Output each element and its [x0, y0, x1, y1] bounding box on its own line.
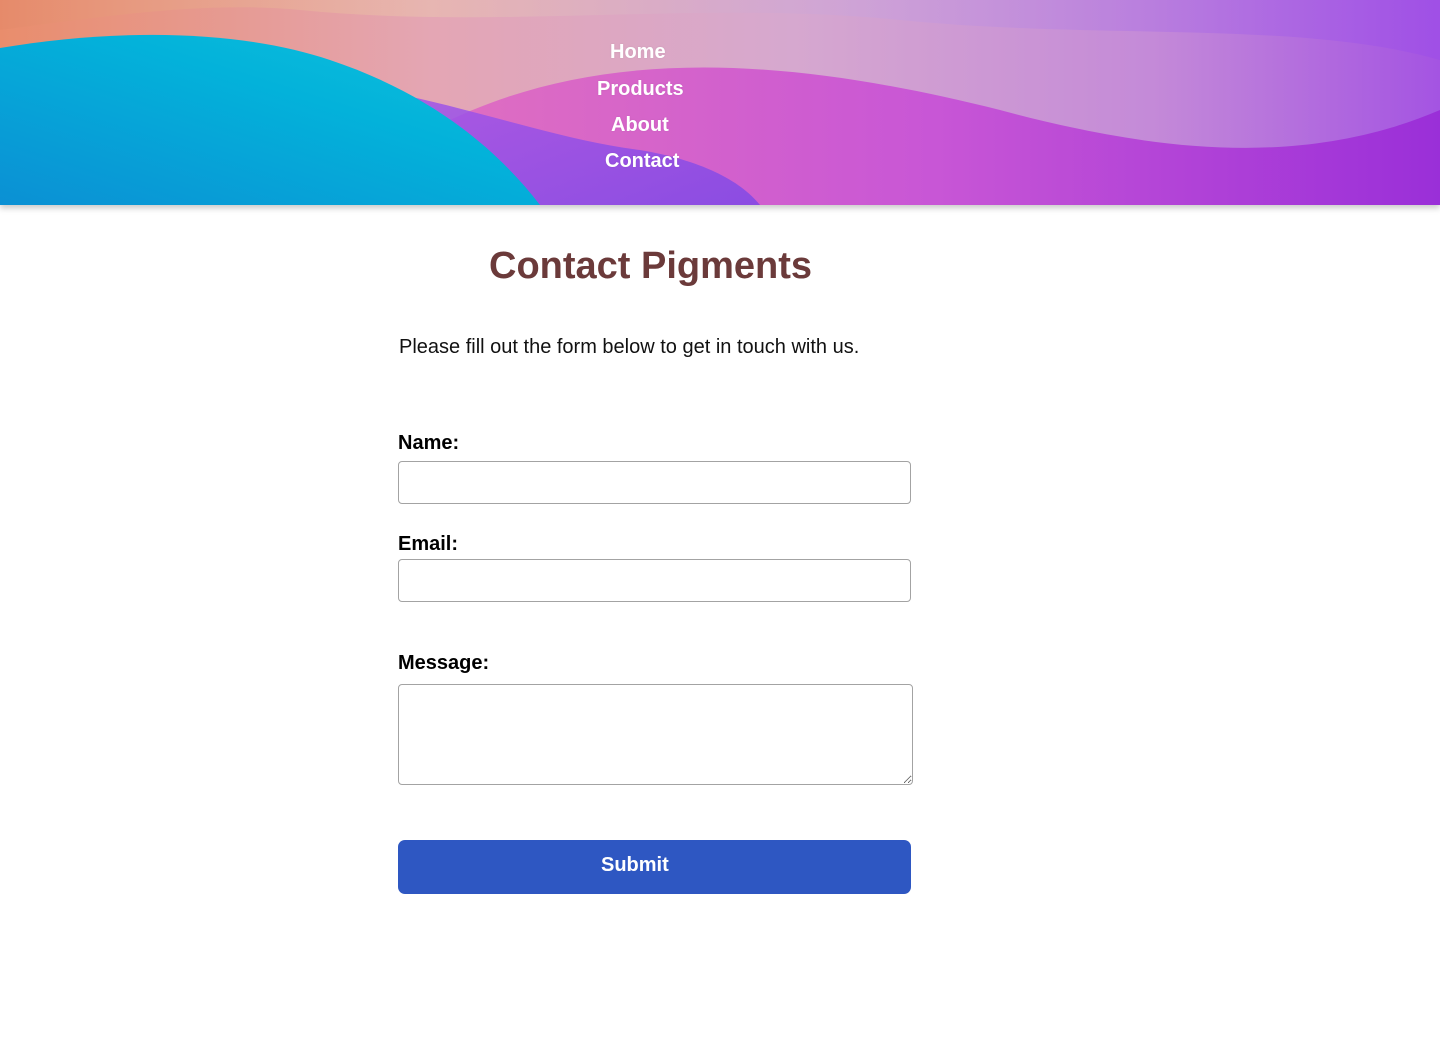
name-label: Name:	[398, 432, 460, 454]
submit-button-label: Submit	[601, 854, 669, 876]
nav-link-products[interactable]: Products	[597, 77, 684, 101]
nav-link-about[interactable]: About	[611, 113, 669, 137]
nav-link-contact[interactable]: Contact	[605, 149, 679, 173]
intro-text: Please fill out the form below to get in…	[399, 336, 860, 358]
page-title: Contact Pigments	[489, 245, 813, 287]
message-textarea[interactable]	[398, 684, 913, 785]
name-input[interactable]	[398, 461, 911, 504]
site-header: Home Products About Contact	[0, 0, 1440, 205]
email-input[interactable]	[398, 559, 911, 602]
submit-button[interactable]: Submit	[398, 840, 911, 894]
message-label: Message:	[398, 652, 490, 674]
email-label: Email:	[398, 533, 459, 555]
main-navigation: Home Products About Contact	[0, 0, 1440, 205]
nav-link-home[interactable]: Home	[610, 40, 666, 64]
